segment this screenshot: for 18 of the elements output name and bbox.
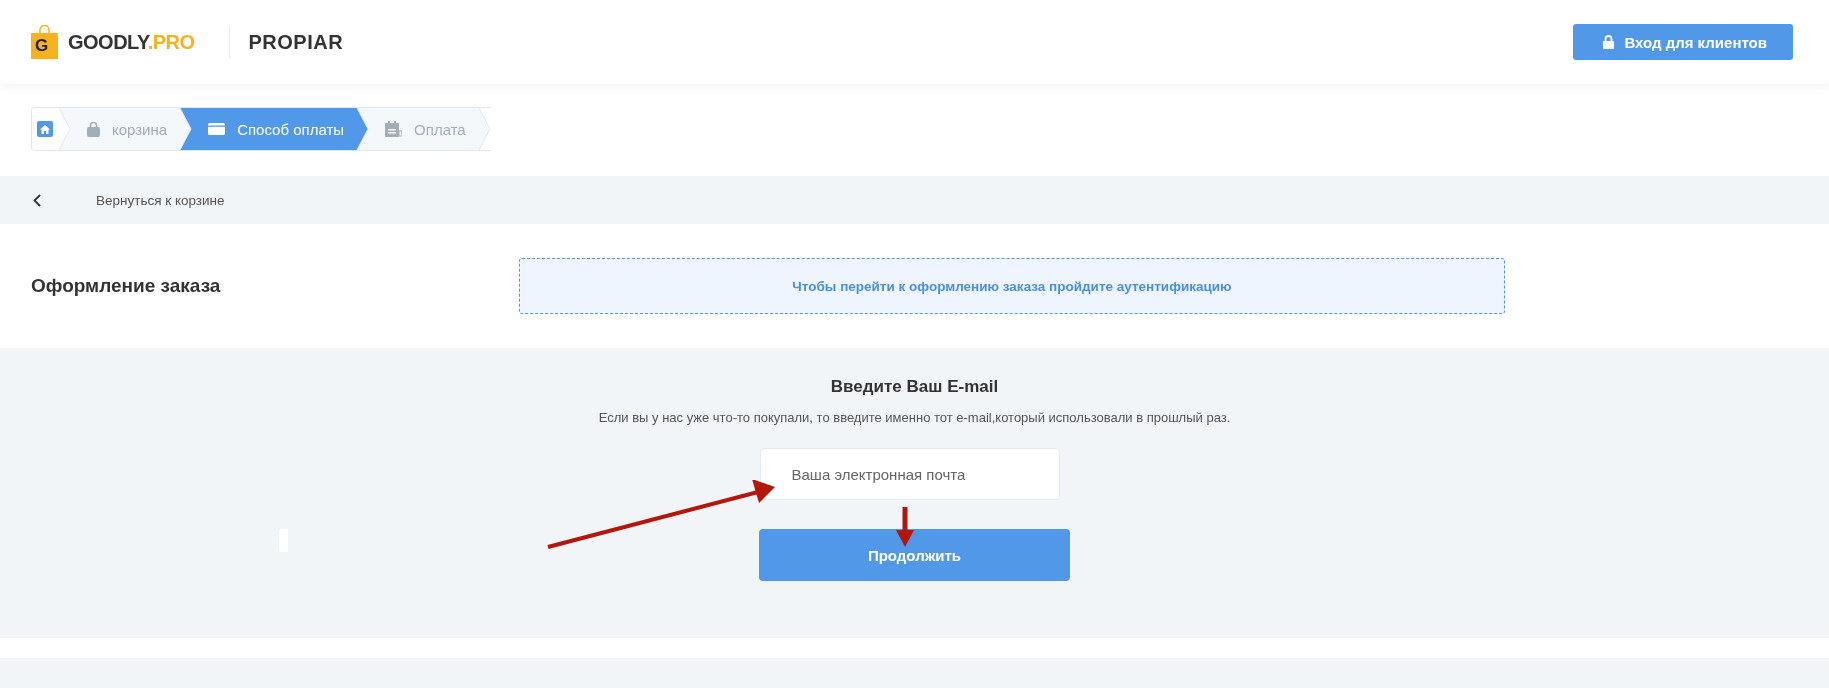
shop-name: PROPIAR <box>248 30 344 54</box>
back-link[interactable]: Вернуться к корзине <box>96 192 225 208</box>
continue-button[interactable]: Продолжить <box>759 529 1070 581</box>
calendar-icon <box>385 121 403 137</box>
back-chevron-icon[interactable] <box>33 193 41 207</box>
home-link[interactable] <box>37 121 53 137</box>
bag-icon <box>87 121 100 137</box>
auth-notice: Чтобы перейти к оформлению заказа пройдите аутентификацию <box>519 258 1505 314</box>
form-hint: Если вы у нас уже что-то покупали, то введите именно тот e-mail,который использовали в прошлый раз. <box>598 410 1231 425</box>
logo-wordmark: GOODLY.PRO <box>68 30 195 54</box>
form-title: Введите Ваш E-mail <box>830 377 999 397</box>
login-button[interactable]: Вход для клиентов <box>1573 24 1793 60</box>
lock-icon <box>1603 35 1615 49</box>
annotation-arrow <box>896 507 914 547</box>
page-title: Оформление заказа <box>31 275 222 297</box>
home-icon <box>40 124 50 134</box>
email-field[interactable]: Ваша электронная почта <box>759 448 1060 500</box>
wallet-icon <box>208 123 226 135</box>
